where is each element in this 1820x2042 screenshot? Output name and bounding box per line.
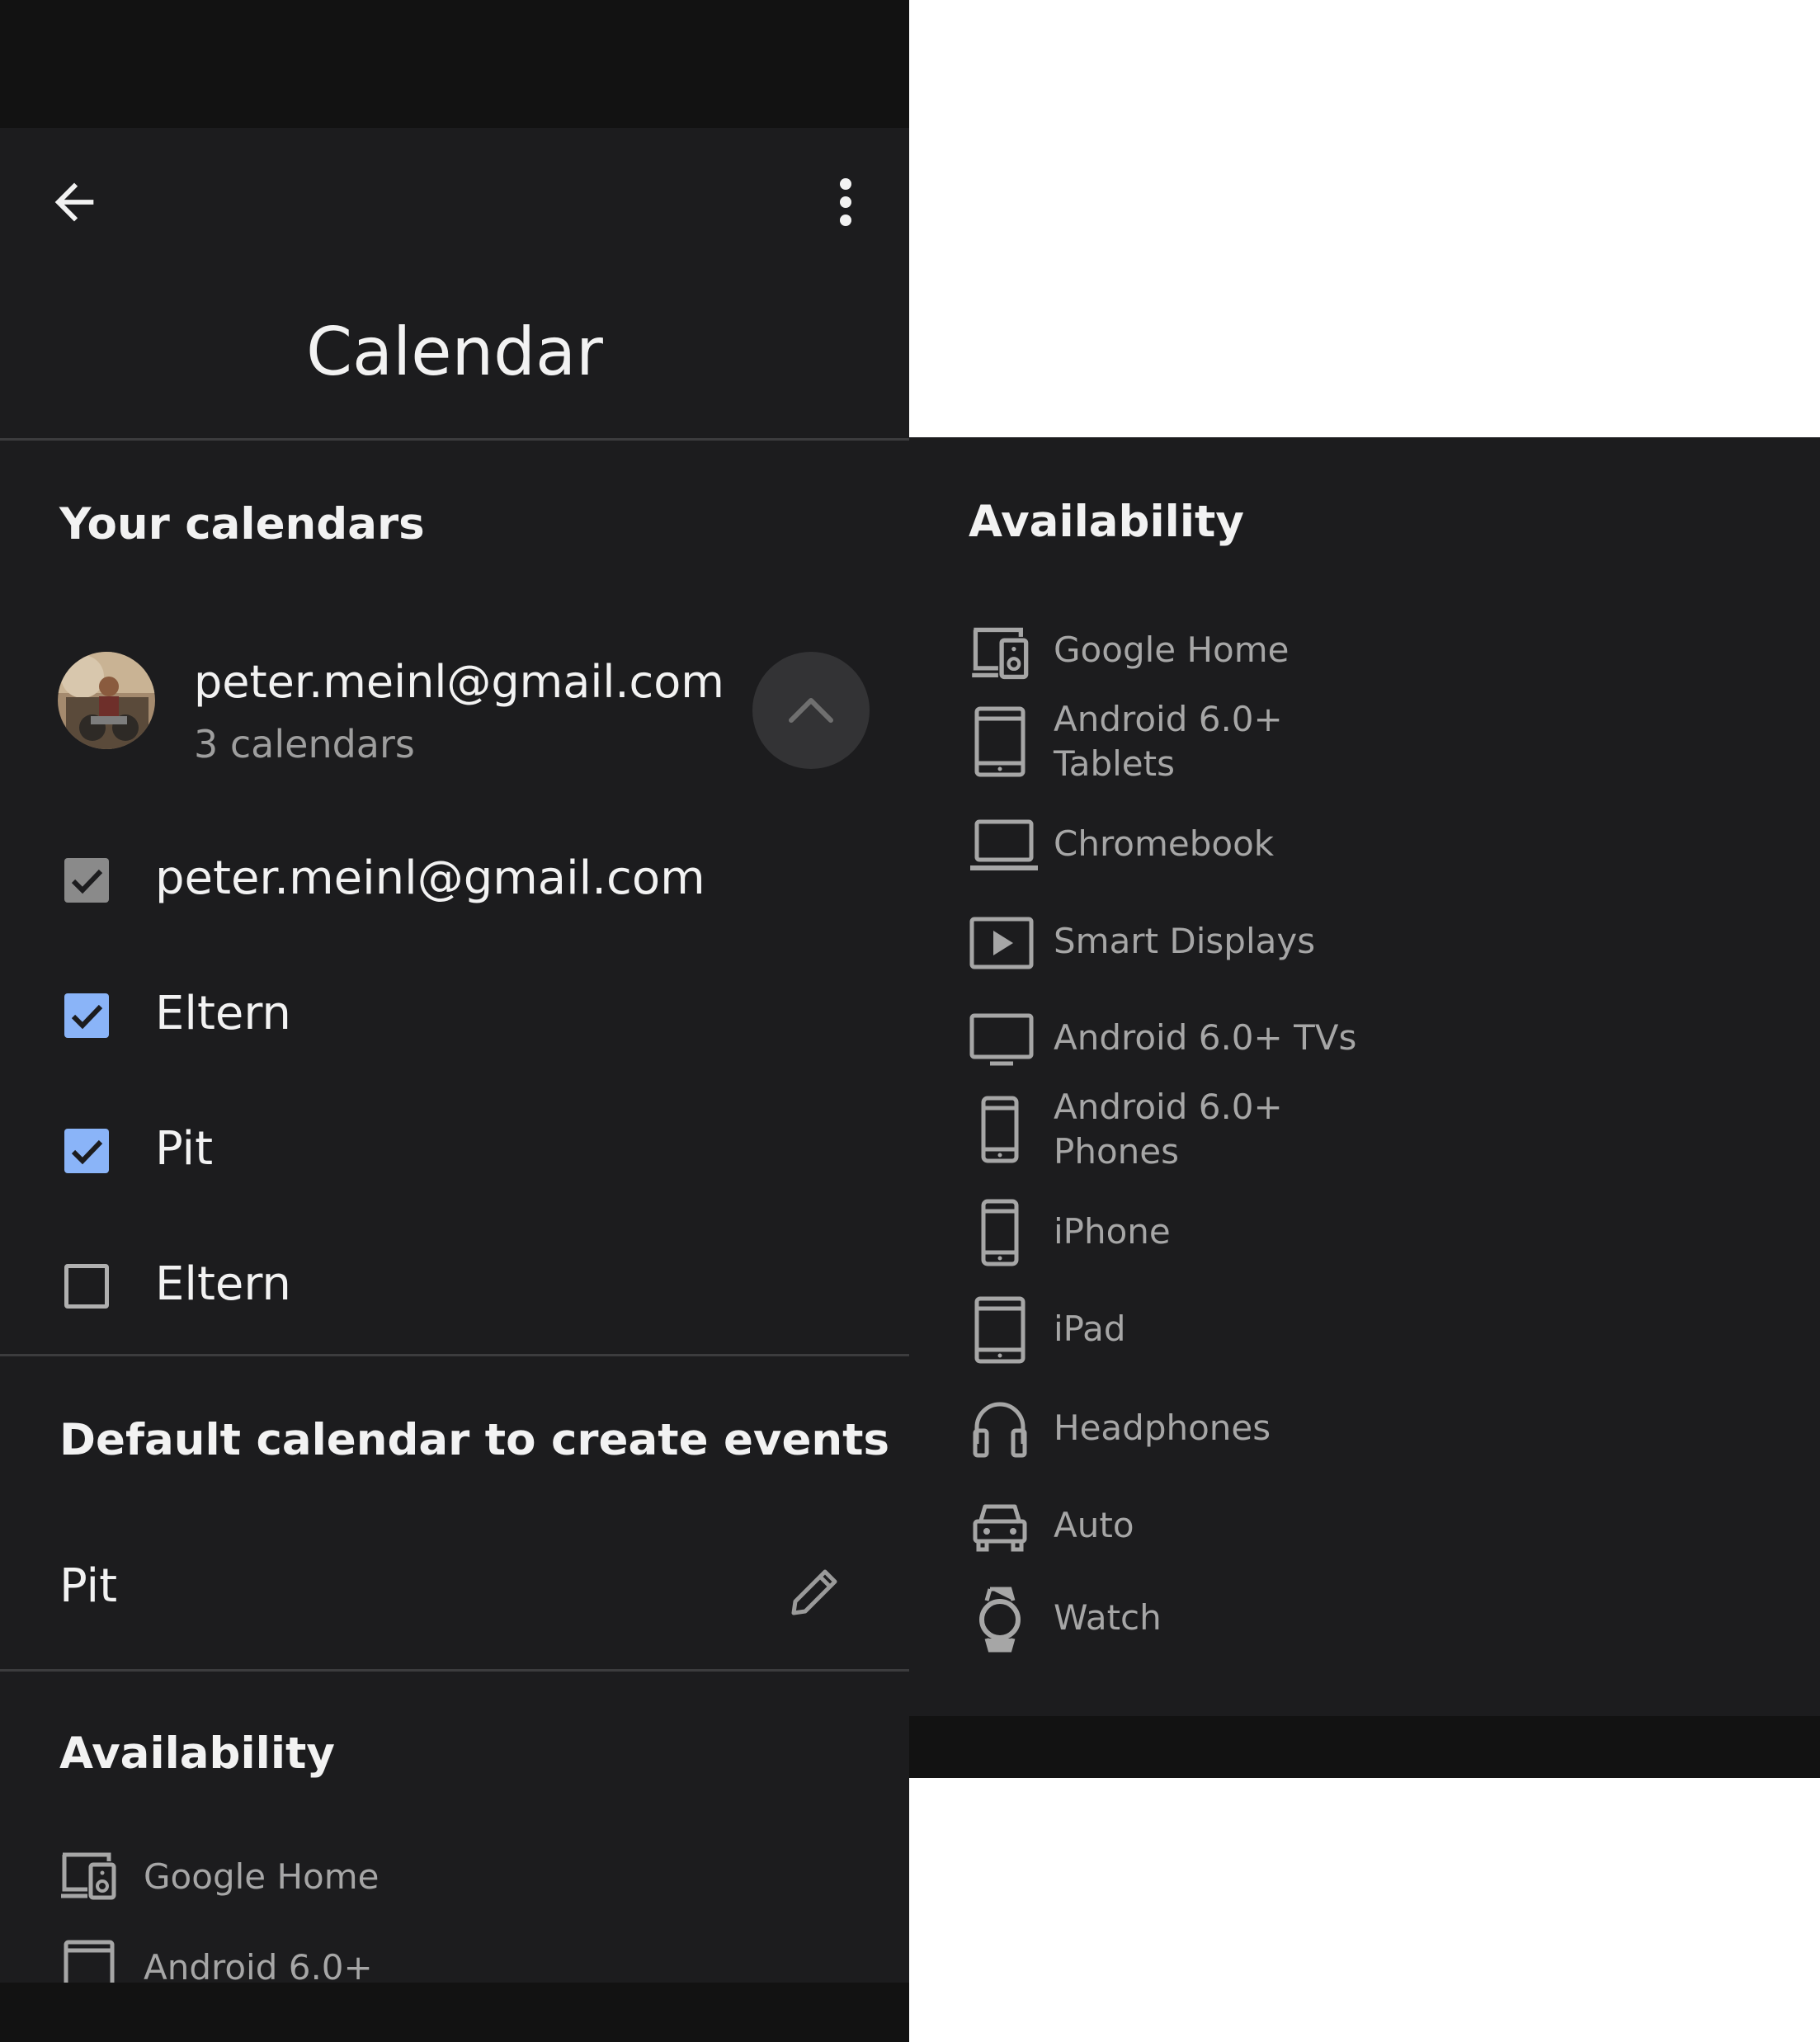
device-label: Watch (1054, 1597, 1162, 1638)
device-item: Google Home (59, 1848, 554, 1914)
device-label: Google Home (1054, 630, 1290, 670)
calendar-item[interactable]: Eltern (0, 1233, 909, 1340)
calendar-label: Eltern (155, 987, 291, 1040)
device-label: Android 6.0+ TVs (1054, 1017, 1357, 1058)
account-email: peter.meinl@gmail.com (194, 656, 724, 708)
headphones-icon (973, 1402, 1027, 1458)
device-label: iPad (1054, 1309, 1126, 1349)
device-label: Google Home (144, 1856, 380, 1897)
divider (0, 1669, 909, 1672)
device-label: Android 6.0+ Phones (1054, 1087, 1283, 1172)
device-label: Auto (1054, 1505, 1134, 1545)
avatar (58, 652, 155, 749)
tablet-icon (974, 706, 1026, 777)
car-icon (973, 1504, 1027, 1552)
device-label: iPhone (1054, 1211, 1171, 1252)
tv-icon (969, 1013, 1034, 1066)
laptop-icon (970, 819, 1038, 870)
calendar-settings-screen: Calendar Your calendars peter.meinl@gmai… (0, 0, 909, 2042)
device-label: Headphones (1054, 1408, 1271, 1448)
google-home-icon (972, 627, 1029, 680)
status-bar (0, 0, 909, 128)
google-home-icon (61, 1852, 116, 1900)
page-title: Calendar (306, 314, 603, 390)
ipad-icon (974, 1296, 1026, 1364)
checkbox-disabled-checked[interactable] (64, 858, 109, 903)
navigation-bar (909, 1716, 1820, 1778)
collapse-button[interactable] (752, 652, 870, 769)
availability-panel: Availability Google Home Android 6.0+ Ta… (909, 437, 1820, 1778)
default-calendar-value: Pit (59, 1559, 118, 1613)
checkbox-checked[interactable] (64, 1129, 109, 1173)
checkbox-unchecked[interactable] (64, 1264, 109, 1309)
your-calendars-heading: Your calendars (59, 499, 425, 549)
device-label: Android 6.0+ (144, 1947, 373, 1988)
back-arrow-icon[interactable] (45, 173, 103, 231)
calendar-label: Eltern (155, 1257, 291, 1311)
phone-icon (981, 1096, 1019, 1163)
account-row[interactable]: peter.meinl@gmail.com 3 calendars (0, 635, 909, 809)
calendar-item[interactable]: Eltern (0, 962, 909, 1069)
checkbox-checked[interactable] (64, 993, 109, 1038)
edit-pencil-icon[interactable] (785, 1563, 843, 1621)
navigation-bar (0, 1983, 909, 2042)
default-calendar-row[interactable]: Pit (0, 1539, 909, 1638)
more-options-icon[interactable] (825, 169, 866, 235)
device-label: Chromebook (1054, 823, 1275, 864)
smart-display-icon (969, 917, 1034, 969)
watch-icon (979, 1587, 1021, 1653)
divider (0, 1354, 909, 1356)
availability-heading: Availability (59, 1728, 335, 1779)
calendar-count: 3 calendars (194, 722, 415, 766)
chevron-up-icon (789, 698, 833, 723)
device-label: Android 6.0+ Tablets (1054, 699, 1283, 784)
calendar-item[interactable]: peter.meinl@gmail.com (0, 827, 909, 934)
device-label: Smart Displays (1054, 921, 1316, 961)
default-calendar-heading: Default calendar to create events (59, 1415, 890, 1465)
calendar-label: Pit (155, 1122, 214, 1176)
availability-heading: Availability (969, 497, 1244, 547)
calendar-item[interactable]: Pit (0, 1097, 909, 1205)
iphone-icon (981, 1199, 1019, 1266)
calendar-label: peter.meinl@gmail.com (155, 851, 705, 905)
divider (0, 438, 909, 441)
